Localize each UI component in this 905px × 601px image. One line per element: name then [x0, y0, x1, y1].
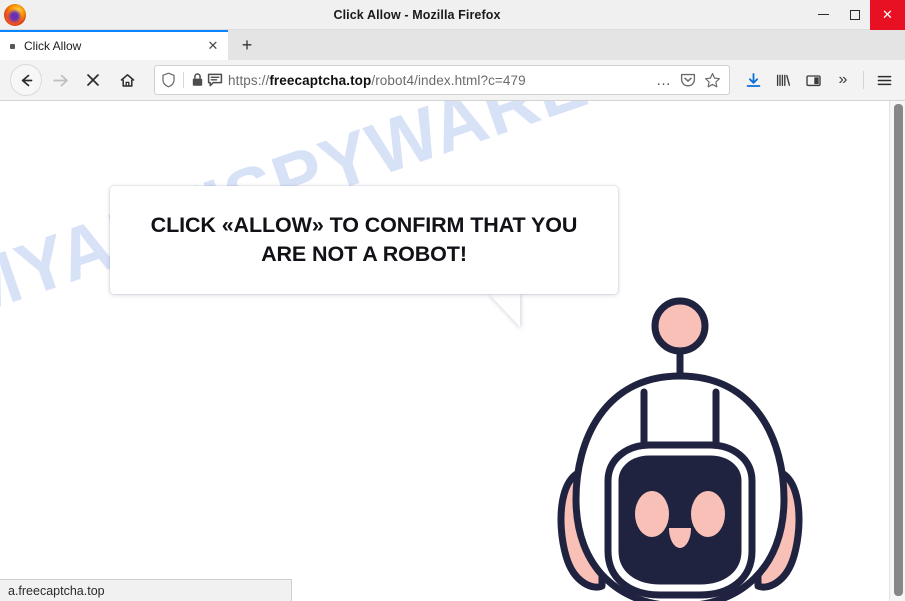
speech-bubble-tail [488, 293, 520, 327]
window-titlebar: Click Allow - Mozilla Firefox ✕ [0, 0, 905, 30]
instruction-line-2: ARE NOT A ROBOT! [261, 242, 467, 266]
url-text[interactable]: https://freecaptcha.top/robot4/index.htm… [228, 73, 653, 88]
back-arrow-icon [21, 74, 32, 86]
page-content: MYANTISPYWARE.COM CLICK «ALLOW» TO CONFI… [0, 101, 905, 601]
toolbar-divider [863, 71, 864, 89]
bookmark-star-icon[interactable] [701, 69, 723, 91]
tab-favicon-icon [10, 43, 15, 49]
pocket-icon[interactable] [677, 69, 699, 91]
instruction-line-1: CLICK «ALLOW» TO CONFIRM THAT YOU [150, 213, 578, 238]
back-button[interactable] [10, 64, 42, 96]
navigation-toolbar: https://freecaptcha.top/robot4/index.htm… [0, 60, 905, 101]
address-bar[interactable]: https://freecaptcha.top/robot4/index.htm… [154, 65, 730, 95]
hamburger-menu-icon [877, 75, 891, 85]
home-icon [120, 73, 134, 87]
forward-arrow-icon [52, 74, 68, 86]
sidebar-button[interactable] [798, 64, 828, 96]
stop-x-icon [87, 74, 99, 86]
page-scrollbar[interactable] [889, 101, 905, 601]
tracking-protection-shield-icon [162, 72, 175, 88]
maximize-button[interactable] [839, 0, 870, 30]
overflow-menu-button[interactable]: » [828, 64, 858, 96]
identity-box[interactable] [161, 72, 223, 88]
browser-tab-click-allow[interactable]: Click Allow ✕ [0, 30, 228, 60]
toolbar-actions: » [738, 64, 905, 96]
window-title: Click Allow - Mozilla Firefox [333, 7, 501, 22]
url-scheme: https:// [228, 72, 270, 88]
notification-permission-icon [207, 73, 223, 87]
home-button[interactable] [110, 64, 144, 96]
address-bar-actions: … [653, 69, 723, 91]
close-window-button[interactable]: ✕ [870, 0, 905, 30]
sidebar-icon [805, 74, 821, 86]
status-bar-text: a.freecaptcha.top [8, 583, 105, 598]
status-bar: a.freecaptcha.top [0, 579, 292, 601]
firefox-logo-icon [4, 3, 26, 26]
robot-illustration [540, 256, 820, 601]
tab-close-icon[interactable]: ✕ [202, 35, 224, 57]
new-tab-button[interactable]: + [228, 30, 266, 60]
padlock-icon [192, 73, 203, 86]
url-path: /robot4/index.html?c=479 [371, 72, 526, 88]
download-arrow-icon [746, 72, 760, 87]
library-icon [776, 74, 790, 86]
scrollbar-thumb[interactable] [894, 104, 903, 596]
window-controls: ✕ [808, 0, 905, 30]
app-menu-button[interactable] [869, 64, 899, 96]
forward-button [42, 64, 76, 96]
tab-title: Click Allow [24, 39, 82, 53]
instruction-text: CLICK «ALLOW» TO CONFIRM THAT YOU ARE NO… [151, 211, 578, 268]
page-actions-button[interactable]: … [653, 69, 675, 91]
stop-loading-button[interactable] [76, 64, 110, 96]
downloads-button[interactable] [738, 64, 768, 96]
url-host: freecaptcha.top [269, 72, 372, 88]
identity-separator [183, 72, 184, 88]
minimize-button[interactable] [808, 0, 839, 30]
library-button[interactable] [768, 64, 798, 96]
tab-strip: Click Allow ✕ + [0, 30, 905, 60]
